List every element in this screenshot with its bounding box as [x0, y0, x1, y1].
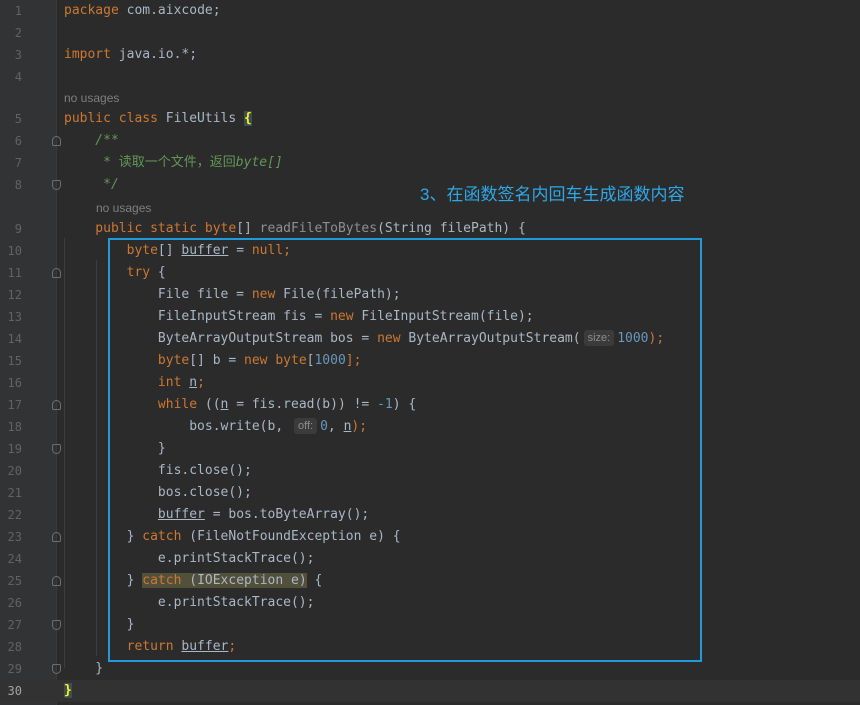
fold-marker-icon[interactable] — [52, 180, 61, 190]
line-number: 11 — [7, 266, 22, 280]
line-number: 10 — [7, 244, 22, 258]
matched-brace: } — [64, 683, 72, 698]
fold-marker-icon[interactable] — [52, 532, 61, 542]
code-text: } — [64, 661, 104, 676]
usages-hint[interactable]: no usages — [64, 87, 119, 109]
code-text: /** — [64, 133, 119, 148]
line-number: 21 — [7, 486, 22, 500]
usages-hint[interactable]: no usages — [96, 197, 151, 219]
line-number: 16 — [7, 376, 22, 390]
line-number: 13 — [7, 310, 22, 324]
line-number: 18 — [7, 420, 22, 434]
code-text: public static byte[] readFileToBytes(Str… — [64, 221, 526, 236]
line-number: 24 — [7, 552, 22, 566]
line-number: 1 — [14, 4, 22, 18]
fold-marker-icon[interactable] — [52, 136, 61, 146]
line-number: 12 — [7, 288, 22, 302]
line-number: 25 — [7, 574, 22, 588]
fold-marker-icon[interactable] — [52, 620, 61, 630]
code-editor[interactable]: 1 package com.aixcode; 2 3 import java.i… — [0, 0, 860, 705]
matched-brace: { — [244, 111, 252, 126]
line-number: 2 — [14, 26, 22, 40]
code-line-7: 7 * 读取一个文件，返回byte[] — [0, 152, 860, 174]
line-number: 8 — [14, 178, 22, 192]
line-number: 19 — [7, 442, 22, 456]
line-number: 17 — [7, 398, 22, 412]
line-number: 5 — [14, 112, 22, 126]
line-number: 9 — [14, 222, 22, 236]
fold-marker-icon[interactable] — [52, 268, 61, 278]
line-number: 23 — [7, 530, 22, 544]
line-number: 3 — [14, 48, 22, 62]
code-line-6: 6 /** — [0, 130, 860, 152]
code-line-30: 30 } — [0, 680, 860, 702]
fold-marker-icon[interactable] — [52, 400, 61, 410]
line-number: 26 — [7, 596, 22, 610]
code-text: public class FileUtils { — [64, 111, 252, 126]
line-number: 15 — [7, 354, 22, 368]
line-number: 29 — [7, 662, 22, 676]
line-number: 27 — [7, 618, 22, 632]
line-number: 20 — [7, 464, 22, 478]
line-number: 7 — [14, 156, 22, 170]
fold-marker-icon[interactable] — [52, 576, 61, 586]
line-number: 6 — [14, 134, 22, 148]
highlight-box — [108, 238, 702, 662]
code-line-1: 1 package com.aixcode; — [0, 0, 860, 22]
code-text: } — [64, 680, 72, 702]
line-number: 28 — [7, 640, 22, 654]
code-line-3: 3 import java.io.*; — [0, 44, 860, 66]
line-number: 30 — [7, 684, 22, 698]
code-text: package com.aixcode; — [64, 3, 221, 18]
line-number: 14 — [7, 332, 22, 346]
fold-marker-icon[interactable] — [52, 664, 61, 674]
code-line-5: 5 public class FileUtils { — [0, 108, 860, 130]
code-text: import java.io.*; — [64, 47, 198, 62]
code-line-9: 9 public static byte[] readFileToBytes(S… — [0, 218, 860, 240]
annotation-text: 3、在函数签名内回车生成函数内容 — [420, 185, 685, 204]
code-line-2: 2 — [0, 22, 860, 44]
code-text: */ — [64, 177, 119, 192]
line-number: 4 — [14, 70, 22, 84]
fold-marker-icon[interactable] — [52, 444, 61, 454]
code-line-4: 4 — [0, 66, 860, 88]
line-number: 22 — [7, 508, 22, 522]
code-text: * 读取一个文件，返回byte[] — [64, 155, 283, 170]
